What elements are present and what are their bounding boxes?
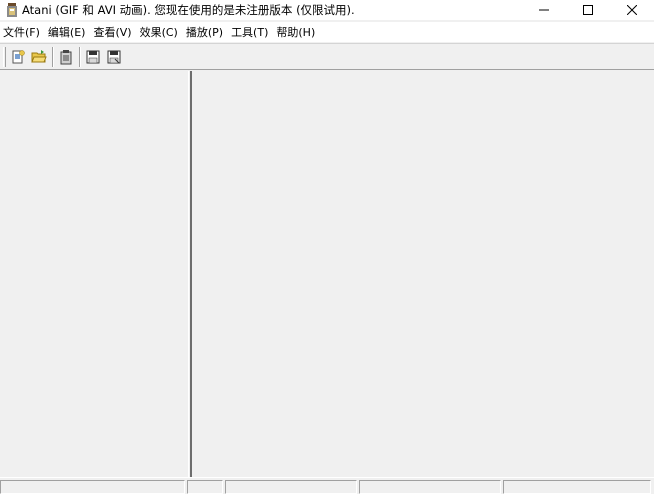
save-icon (86, 50, 100, 63)
new-icon (12, 49, 25, 63)
open-icon (31, 49, 47, 62)
maximize-icon (583, 5, 593, 15)
toolbar-separator (79, 46, 81, 67)
menu-view[interactable]: 查看(V) (92, 24, 138, 40)
status-panel (359, 480, 501, 494)
properties-icon (60, 49, 72, 64)
save-as-button[interactable] (105, 48, 123, 66)
menu-tools[interactable]: 工具(T) (230, 24, 275, 40)
menu-file[interactable]: 文件(F) (2, 24, 47, 40)
preview-panel[interactable] (192, 71, 654, 477)
toolbar-separator (52, 46, 54, 67)
properties-button[interactable] (57, 48, 75, 66)
app-window: Atani (GIF 和 AVI 动画). 您现在使用的是未注册版本 (仅限试用… (0, 0, 654, 494)
menu-bar: 文件(F) 编辑(E) 查看(V) 效果(C) 播放(P) 工具(T) 帮助(H… (0, 22, 654, 42)
window-controls (522, 0, 654, 20)
open-button[interactable] (30, 48, 48, 66)
status-panel (503, 480, 651, 494)
menu-play[interactable]: 播放(P) (185, 24, 230, 40)
close-button[interactable] (610, 0, 654, 20)
toolbar (0, 43, 654, 70)
menu-help[interactable]: 帮助(H) (275, 24, 322, 40)
menu-edit[interactable]: 编辑(E) (47, 24, 93, 40)
minimize-button[interactable] (522, 0, 566, 20)
minimize-icon (539, 9, 549, 11)
app-icon (5, 2, 19, 18)
new-button[interactable] (9, 48, 27, 66)
status-panel (225, 480, 357, 494)
status-panel (0, 480, 185, 494)
save-button[interactable] (84, 48, 102, 66)
save-as-icon (107, 50, 121, 63)
status-panel (187, 480, 223, 494)
menu-effects[interactable]: 效果(C) (139, 24, 185, 40)
frames-panel[interactable] (0, 71, 188, 477)
window-title: Atani (GIF 和 AVI 动画). 您现在使用的是未注册版本 (仅限试用… (22, 3, 355, 17)
maximize-button[interactable] (566, 0, 610, 20)
close-icon (627, 5, 637, 15)
status-bar (0, 477, 654, 494)
toolbar-grip[interactable] (3, 46, 6, 67)
title-bar[interactable]: Atani (GIF 和 AVI 动画). 您现在使用的是未注册版本 (仅限试用… (0, 0, 654, 20)
